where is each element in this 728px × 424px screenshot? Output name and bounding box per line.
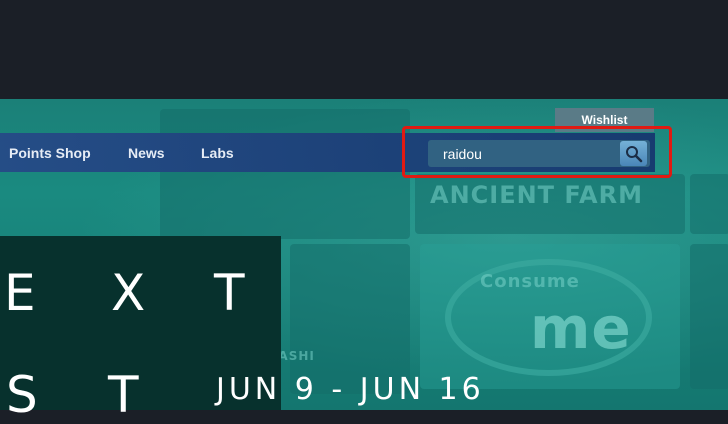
ancient-farm-tile-text: ANCIENT FARM xyxy=(430,181,643,209)
banner-letter: S xyxy=(6,366,38,424)
nav-item-labs[interactable]: Labs xyxy=(201,133,234,172)
background-tile xyxy=(690,174,728,234)
banner-letter: T xyxy=(214,264,245,322)
fest-dates: JUN 9 - JUN 16 xyxy=(216,372,485,407)
me-tile-text: me xyxy=(530,294,632,362)
banner-letter: T xyxy=(108,366,139,424)
nav-item-points-shop[interactable]: Points Shop xyxy=(9,133,91,172)
background-tile xyxy=(690,244,728,389)
background-tile xyxy=(160,109,410,239)
top-bar xyxy=(0,0,728,99)
nav-item-news[interactable]: News xyxy=(128,133,165,172)
banner-letter: X xyxy=(111,264,146,322)
banner-letter: E xyxy=(4,264,36,322)
consume-tile-text: Consume xyxy=(480,271,580,292)
search-highlight-box xyxy=(402,126,672,178)
